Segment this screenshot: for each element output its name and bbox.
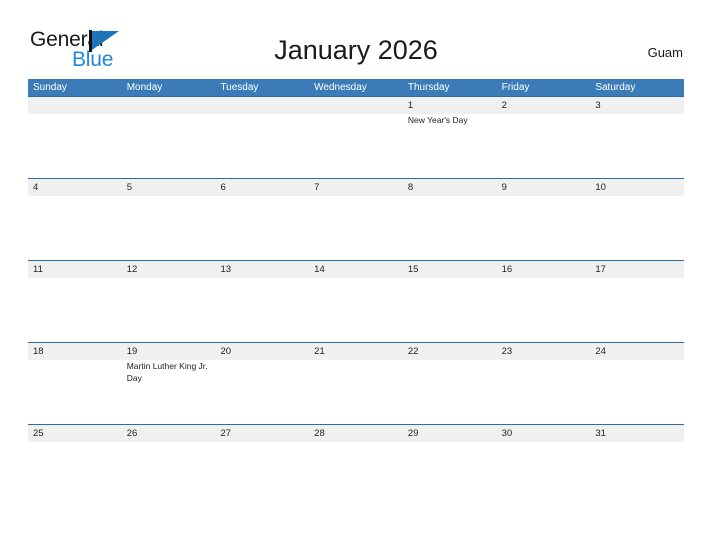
day-cell[interactable] — [28, 278, 122, 342]
day-cell[interactable] — [122, 196, 216, 260]
weekday-header-monday: Monday — [126, 82, 163, 93]
week-event-band: Martin Luther King Jr. Day — [28, 360, 684, 424]
day-cell[interactable] — [28, 360, 122, 424]
weekday-header-sunday: Sunday — [33, 82, 67, 93]
day-cell[interactable] — [28, 114, 122, 178]
week-event-band: New Year's Day — [28, 114, 684, 178]
day-number[interactable]: 9 — [497, 179, 591, 196]
day-cell[interactable] — [590, 360, 684, 424]
weekday-header-thursday: Thursday — [407, 82, 450, 93]
day-cell[interactable] — [497, 278, 591, 342]
day-cell[interactable] — [309, 196, 403, 260]
day-cell[interactable] — [403, 278, 497, 342]
day-cell[interactable] — [215, 442, 309, 506]
day-cell[interactable] — [28, 442, 122, 506]
event-label: Martin Luther King Jr. Day — [126, 361, 208, 383]
page-header: General Blue January 2026 Guam — [0, 0, 712, 79]
week-date-band: 11 12 13 14 15 16 17 — [28, 261, 684, 278]
week-date-band: 18 19 20 21 22 23 24 — [28, 343, 684, 360]
day-cell[interactable] — [309, 114, 403, 178]
day-cell[interactable] — [497, 114, 591, 178]
day-number[interactable]: 25 — [28, 425, 122, 442]
weekday-header-row: Sunday Monday Tuesday Wednesday Thursday… — [28, 79, 684, 96]
day-number[interactable]: 13 — [215, 261, 309, 278]
week-event-band — [28, 278, 684, 342]
week-row: 1 2 3 New Year's Day — [28, 96, 684, 178]
calendar-location-label: Guam — [647, 45, 683, 60]
weekday-header-saturday: Saturday — [595, 82, 636, 93]
day-cell[interactable] — [590, 196, 684, 260]
day-number[interactable]: 29 — [403, 425, 497, 442]
day-number[interactable] — [309, 97, 403, 114]
week-row: 25 26 27 28 29 30 31 — [28, 424, 684, 506]
day-cell[interactable] — [215, 114, 309, 178]
day-number[interactable]: 31 — [590, 425, 684, 442]
week-date-band: 25 26 27 28 29 30 31 — [28, 425, 684, 442]
day-number[interactable]: 28 — [309, 425, 403, 442]
day-number[interactable]: 15 — [403, 261, 497, 278]
weekday-header-wednesday: Wednesday — [314, 82, 367, 93]
day-cell[interactable] — [309, 442, 403, 506]
weekday-header-tuesday: Tuesday — [220, 82, 259, 93]
day-number[interactable]: 17 — [590, 261, 684, 278]
day-cell[interactable] — [215, 278, 309, 342]
day-number[interactable]: 11 — [28, 261, 122, 278]
page-title: January 2026 — [274, 35, 438, 65]
week-row: 18 19 20 21 22 23 24 Martin Luther King … — [28, 342, 684, 424]
day-cell[interactable] — [590, 278, 684, 342]
day-number[interactable]: 14 — [309, 261, 403, 278]
week-row: 11 12 13 14 15 16 17 — [28, 260, 684, 342]
day-cell[interactable]: Martin Luther King Jr. Day — [122, 360, 216, 424]
day-number[interactable]: 27 — [215, 425, 309, 442]
week-row: 4 5 6 7 8 9 10 — [28, 178, 684, 260]
day-number[interactable]: 12 — [122, 261, 216, 278]
day-cell[interactable] — [309, 278, 403, 342]
day-number[interactable]: 4 — [28, 179, 122, 196]
day-cell[interactable] — [28, 196, 122, 260]
day-number[interactable]: 10 — [590, 179, 684, 196]
day-cell[interactable] — [590, 114, 684, 178]
week-date-band: 1 2 3 — [28, 97, 684, 114]
day-number[interactable]: 26 — [122, 425, 216, 442]
day-cell[interactable]: New Year's Day — [403, 114, 497, 178]
day-number[interactable] — [28, 97, 122, 114]
day-number[interactable]: 7 — [309, 179, 403, 196]
week-event-band — [28, 196, 684, 260]
day-number[interactable]: 19 — [122, 343, 216, 360]
week-event-band — [28, 442, 684, 506]
day-cell[interactable] — [122, 278, 216, 342]
day-number[interactable]: 5 — [122, 179, 216, 196]
day-number[interactable] — [215, 97, 309, 114]
day-cell[interactable] — [497, 442, 591, 506]
day-cell[interactable] — [215, 196, 309, 260]
day-cell[interactable] — [122, 442, 216, 506]
day-cell[interactable] — [122, 114, 216, 178]
day-number[interactable]: 23 — [497, 343, 591, 360]
day-cell[interactable] — [497, 360, 591, 424]
event-label: New Year's Day — [407, 115, 468, 125]
day-number[interactable]: 21 — [309, 343, 403, 360]
day-number[interactable] — [122, 97, 216, 114]
day-number[interactable]: 1 — [403, 97, 497, 114]
day-cell[interactable] — [403, 196, 497, 260]
day-number[interactable]: 18 — [28, 343, 122, 360]
week-date-band: 4 5 6 7 8 9 10 — [28, 179, 684, 196]
day-number[interactable]: 30 — [497, 425, 591, 442]
day-cell[interactable] — [403, 360, 497, 424]
day-number[interactable]: 24 — [590, 343, 684, 360]
calendar-grid: Sunday Monday Tuesday Wednesday Thursday… — [28, 79, 684, 506]
day-cell[interactable] — [497, 196, 591, 260]
day-number[interactable]: 6 — [215, 179, 309, 196]
day-number[interactable]: 2 — [497, 97, 591, 114]
day-cell[interactable] — [215, 360, 309, 424]
day-number[interactable]: 20 — [215, 343, 309, 360]
day-cell[interactable] — [590, 442, 684, 506]
day-number[interactable]: 8 — [403, 179, 497, 196]
day-number[interactable]: 16 — [497, 261, 591, 278]
weekday-header-friday: Friday — [501, 82, 530, 93]
day-number[interactable]: 3 — [590, 97, 684, 114]
day-cell[interactable] — [309, 360, 403, 424]
day-number[interactable]: 22 — [403, 343, 497, 360]
day-cell[interactable] — [403, 442, 497, 506]
